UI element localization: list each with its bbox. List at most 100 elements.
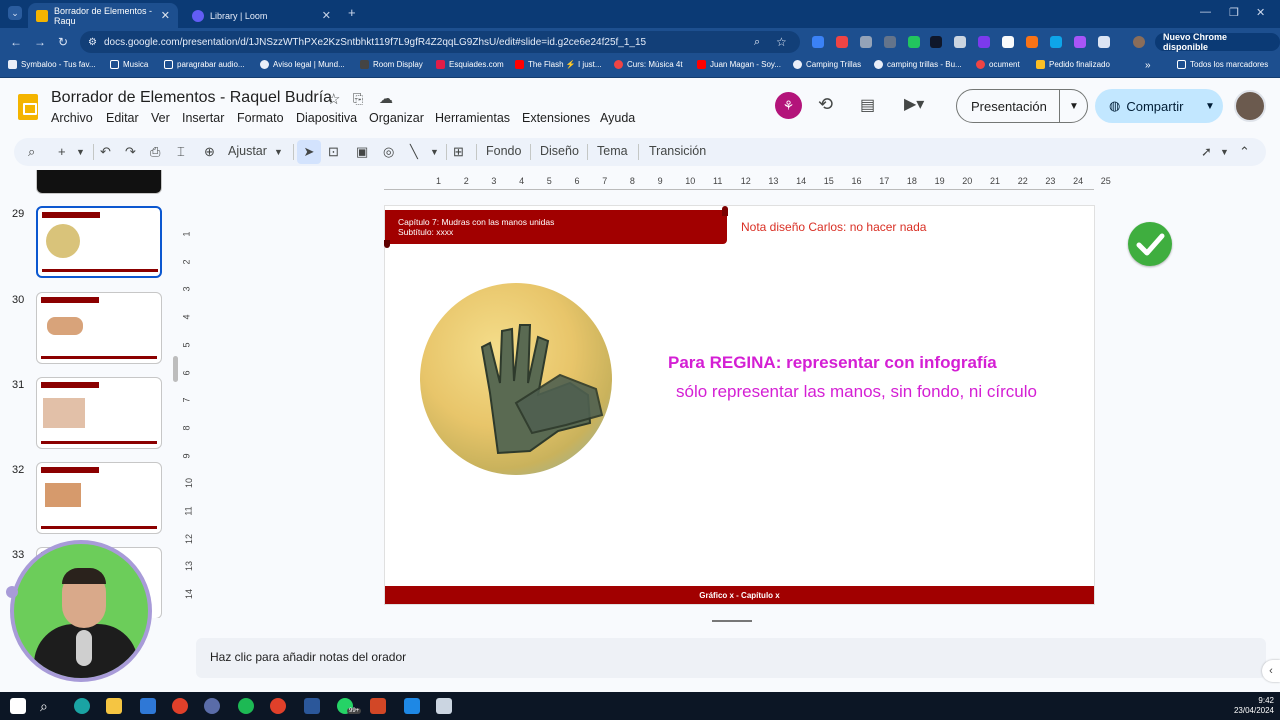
slide-thumbnail[interactable] [36,292,162,364]
extension-icon[interactable] [836,36,848,48]
slide-thumbnail[interactable] [36,206,162,278]
chapter-subtitle[interactable]: Subtítulo: xxxx [398,227,453,237]
new-tab-button[interactable]: + [348,5,356,20]
spotify-icon[interactable] [238,698,254,714]
menu-extensiones[interactable]: Extensiones [522,111,590,125]
forward-icon[interactable]: → [34,35,46,49]
chapter-title[interactable]: Capítulo 7: Mudras con las manos unidas [398,217,554,227]
powerpoint-icon[interactable] [370,698,386,714]
footer-caption[interactable]: Gráfico x - Capítulo x [385,591,1094,600]
insert-comment-icon[interactable]: ⊞ [453,144,464,160]
tab-borrador[interactable]: Borrador de Elementos - Raqu ✕ [28,3,178,28]
menu-insertar[interactable]: Insertar [182,111,224,125]
hands-image[interactable] [420,283,612,475]
share-button[interactable]: ◍ Compartir ▼ [1095,89,1223,123]
move-folder-icon[interactable]: ⎘ [353,91,363,107]
speaker-notes[interactable]: Haz clic para añadir notas del orador [196,638,1266,678]
bookmark-folder[interactable]: paragrabar audio... [164,60,245,69]
menu-formato[interactable]: Formato [237,111,284,125]
zoom-icon[interactable]: ⊕ [204,144,215,160]
version-history-icon[interactable]: ⟲ [818,94,833,115]
minimize-icon[interactable]: — [1200,6,1211,18]
extension-icon[interactable] [1026,36,1038,48]
extension-icon[interactable] [1074,36,1086,48]
extension-icon[interactable] [908,36,920,48]
bookmark-item[interactable]: Juan Magan - Soy... [697,60,781,69]
windows-start-icon[interactable] [10,698,26,714]
tab-search-icon[interactable]: ⌄ [8,6,22,20]
undo-icon[interactable]: ↶ [100,144,111,160]
slide-canvas[interactable]: Capítulo 7: Mudras con las manos unidas … [384,206,1094,604]
slide-subheading[interactable]: sólo representar las manos, sin fondo, n… [676,382,1037,402]
all-bookmarks-folder[interactable]: Todos los marcadores [1177,60,1268,69]
menu-ayuda[interactable]: Ayuda [600,111,635,125]
chrome-update-badge[interactable]: Nuevo Chrome disponible [1155,32,1280,52]
bookmark-item[interactable]: Curs: Música 4t [614,60,683,69]
document-title[interactable]: Borrador de Elementos - Raquel Budría [51,89,332,107]
extension-icon[interactable] [930,36,942,48]
chevron-down-icon[interactable]: ▼ [1220,147,1229,157]
paint-format-icon[interactable]: ⌶ [177,144,185,160]
profile-icon[interactable] [1133,36,1145,48]
shape-icon[interactable]: ◎ [383,144,394,160]
extension-icon[interactable] [884,36,896,48]
share-options-icon[interactable]: ▼ [1205,101,1215,112]
zoom-icon[interactable]: ⌕ [754,36,760,49]
search-icon[interactable]: ⌕ [40,698,56,714]
star-icon[interactable]: ☆ [327,90,340,108]
zoom-select[interactable]: Ajustar [228,144,267,158]
redo-icon[interactable]: ↷ [125,144,136,160]
addon-icon[interactable]: ⚘ [775,92,802,119]
menu-ver[interactable]: Ver [151,111,170,125]
select-cursor-icon[interactable]: ➤ [297,140,321,164]
image-icon[interactable]: ▣ [356,144,368,160]
extensions-puzzle-icon[interactable] [1098,36,1110,48]
word-icon[interactable] [304,698,320,714]
menu-organizar[interactable]: Organizar [369,111,424,125]
site-info-icon[interactable]: ⚙ [88,37,97,48]
transition-button[interactable]: Transición [649,144,706,158]
settings-icon[interactable] [204,698,220,714]
cloud-status-icon[interactable]: ☁ [379,90,393,107]
pen-mode-icon[interactable]: ➚ [1201,144,1212,160]
notes-resize-handle[interactable] [712,620,752,622]
bookmark-star-icon[interactable]: ☆ [776,35,787,49]
bookmark-item[interactable]: Camping Trillas [793,60,861,69]
slide-thumbnail[interactable] [36,377,162,449]
chrome-icon[interactable] [172,698,188,714]
extension-icon[interactable] [1002,36,1014,48]
chevron-down-icon[interactable]: ▼ [76,147,85,157]
line-icon[interactable]: ╲ [410,144,418,160]
chevron-down-icon[interactable]: ▼ [274,147,283,157]
bookmark-item[interactable]: Symbaloo - Tus fav... [8,60,96,69]
slide-thumbnail[interactable] [36,462,162,534]
search-menus-icon[interactable]: ⌕ [28,144,35,160]
slide-thumbnail[interactable] [36,170,162,194]
avatar[interactable] [1234,90,1266,122]
menu-editar[interactable]: Editar [106,111,139,125]
app-icon[interactable] [404,698,420,714]
comments-icon[interactable]: ▤ [860,95,875,115]
bookmark-folder[interactable]: Musica [110,60,148,69]
tab-loom[interactable]: Library | Loom ✕ [184,3,339,28]
app-icon[interactable] [436,698,452,714]
mail-icon[interactable] [140,698,156,714]
back-icon[interactable]: ← [10,35,22,49]
close-window-icon[interactable]: ✕ [1256,6,1265,19]
bookmark-item[interactable]: Room Display [360,60,423,69]
textbox-icon[interactable]: ⊡ [328,144,339,160]
layout-button[interactable]: Diseño [540,144,579,158]
menu-diapositiva[interactable]: Diapositiva [296,111,357,125]
chrome-profile-icon[interactable] [270,698,286,714]
bookmark-item[interactable]: Pedido finalizado [1036,60,1110,69]
bookmark-item[interactable]: Aviso legal | Mund... [260,60,345,69]
reload-icon[interactable]: ↻ [58,35,68,49]
restore-icon[interactable]: ❐ [1229,6,1239,19]
extension-icon[interactable] [978,36,990,48]
bookmark-item[interactable]: Esquiades.com [436,60,504,69]
file-explorer-icon[interactable] [106,698,122,714]
extension-icon[interactable] [954,36,966,48]
new-slide-icon[interactable]: + [58,144,66,159]
design-note[interactable]: Nota diseño Carlos: no hacer nada [741,220,926,234]
bookmark-item[interactable]: The Flash ⚡ I just... [515,60,602,69]
